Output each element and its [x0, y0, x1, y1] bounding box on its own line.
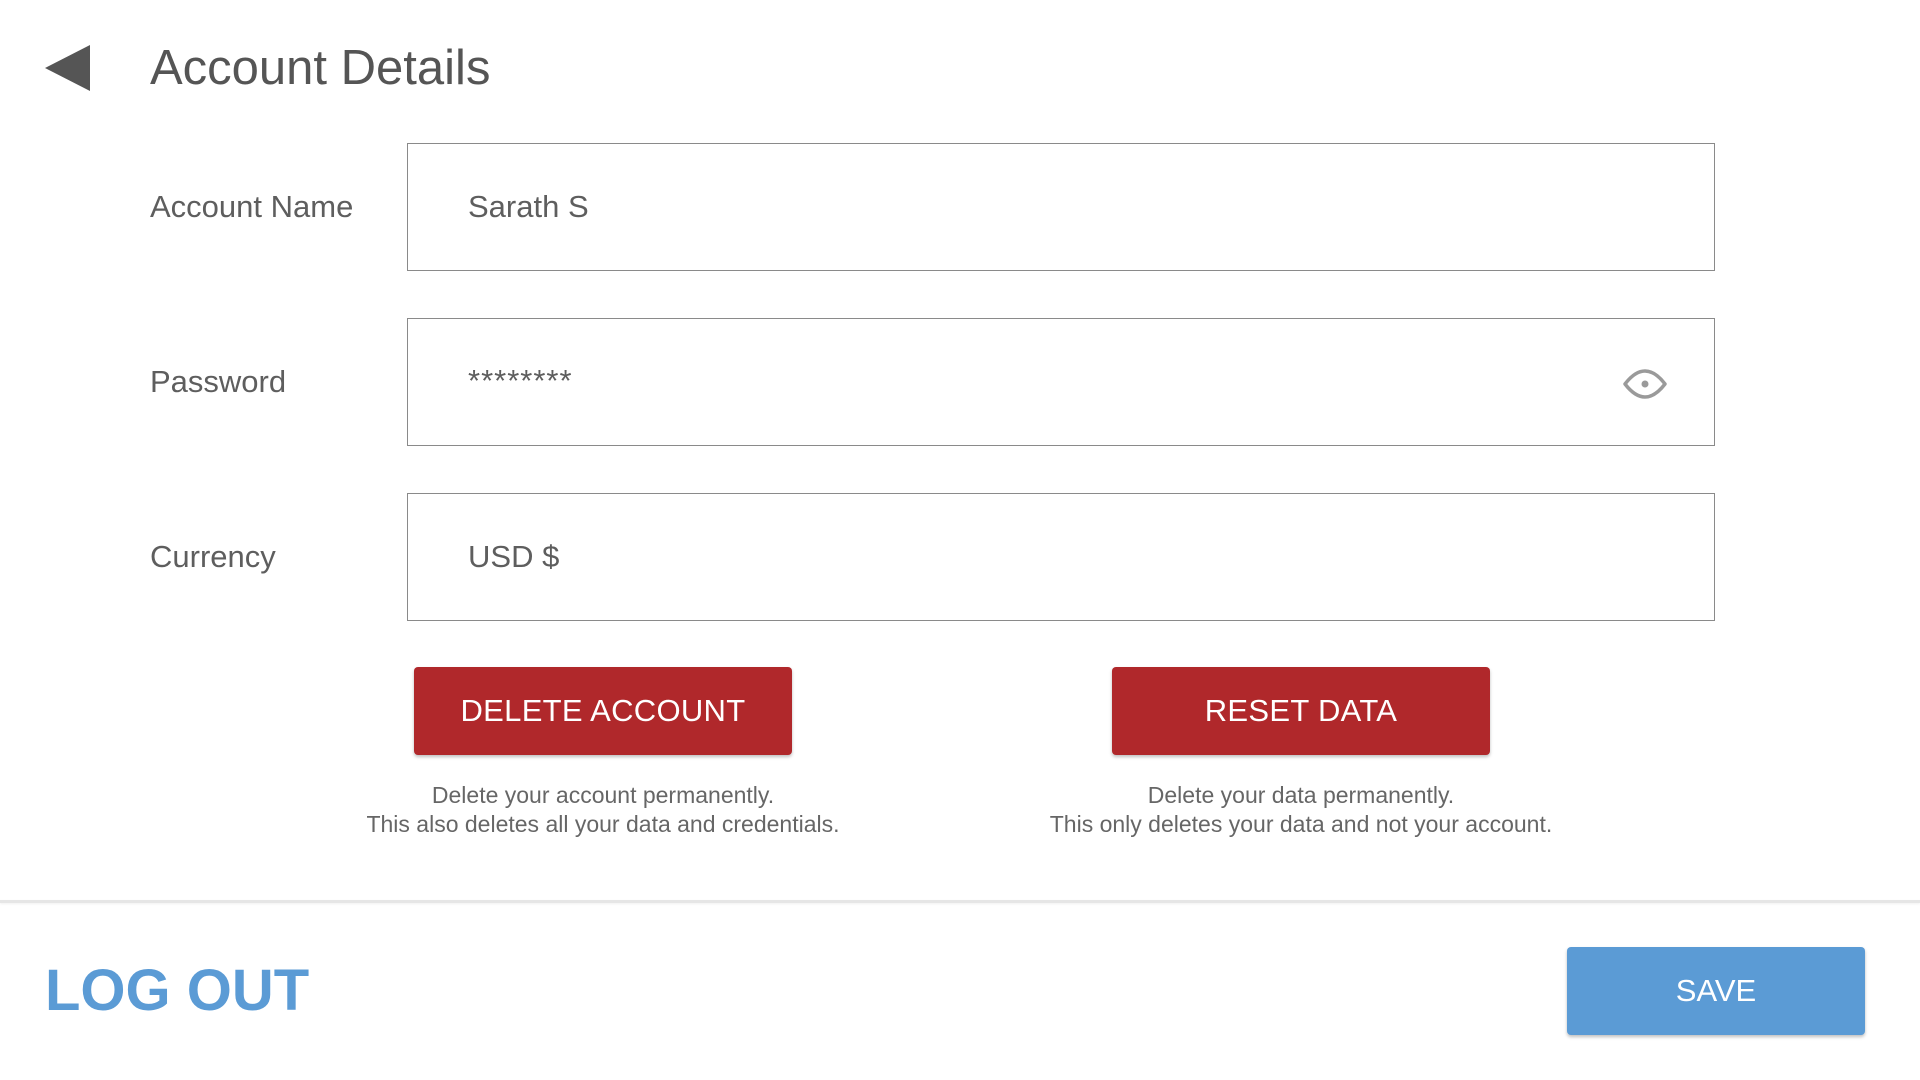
- account-name-label: Account Name: [150, 189, 354, 224]
- back-button[interactable]: [40, 40, 100, 100]
- reset-data-button[interactable]: RESET DATA: [1112, 667, 1490, 755]
- reset-data-help-line2: This only deletes your data and not your…: [1049, 811, 1553, 837]
- delete-account-help: Delete your account permanently. This al…: [303, 781, 903, 839]
- delete-account-button[interactable]: DELETE ACCOUNT: [414, 667, 792, 755]
- password-field[interactable]: ********: [407, 318, 1715, 446]
- reset-data-help: Delete your data permanently. This only …: [1001, 781, 1601, 839]
- account-details-page: Account Details Account Name Sarath S Pa…: [0, 0, 1920, 1080]
- currency-field[interactable]: USD $: [407, 493, 1715, 621]
- delete-account-help-line2: This also deletes all your data and cred…: [366, 811, 840, 837]
- account-name-value[interactable]: Sarath S: [468, 144, 589, 270]
- currency-label: Currency: [150, 539, 276, 574]
- currency-value[interactable]: USD $: [468, 494, 559, 620]
- eye-icon[interactable]: [1622, 361, 1668, 407]
- back-triangle-icon: [45, 45, 90, 91]
- save-button[interactable]: SAVE: [1567, 947, 1865, 1035]
- logout-button[interactable]: LOG OUT: [45, 958, 309, 1024]
- password-value[interactable]: ********: [468, 319, 573, 445]
- footer-divider: [0, 900, 1920, 903]
- delete-account-help-line1: Delete your account permanently.: [431, 782, 775, 808]
- account-name-field[interactable]: Sarath S: [407, 143, 1715, 271]
- reset-data-help-line1: Delete your data permanently.: [1147, 782, 1455, 808]
- password-label: Password: [150, 364, 287, 399]
- page-title: Account Details: [150, 41, 491, 95]
